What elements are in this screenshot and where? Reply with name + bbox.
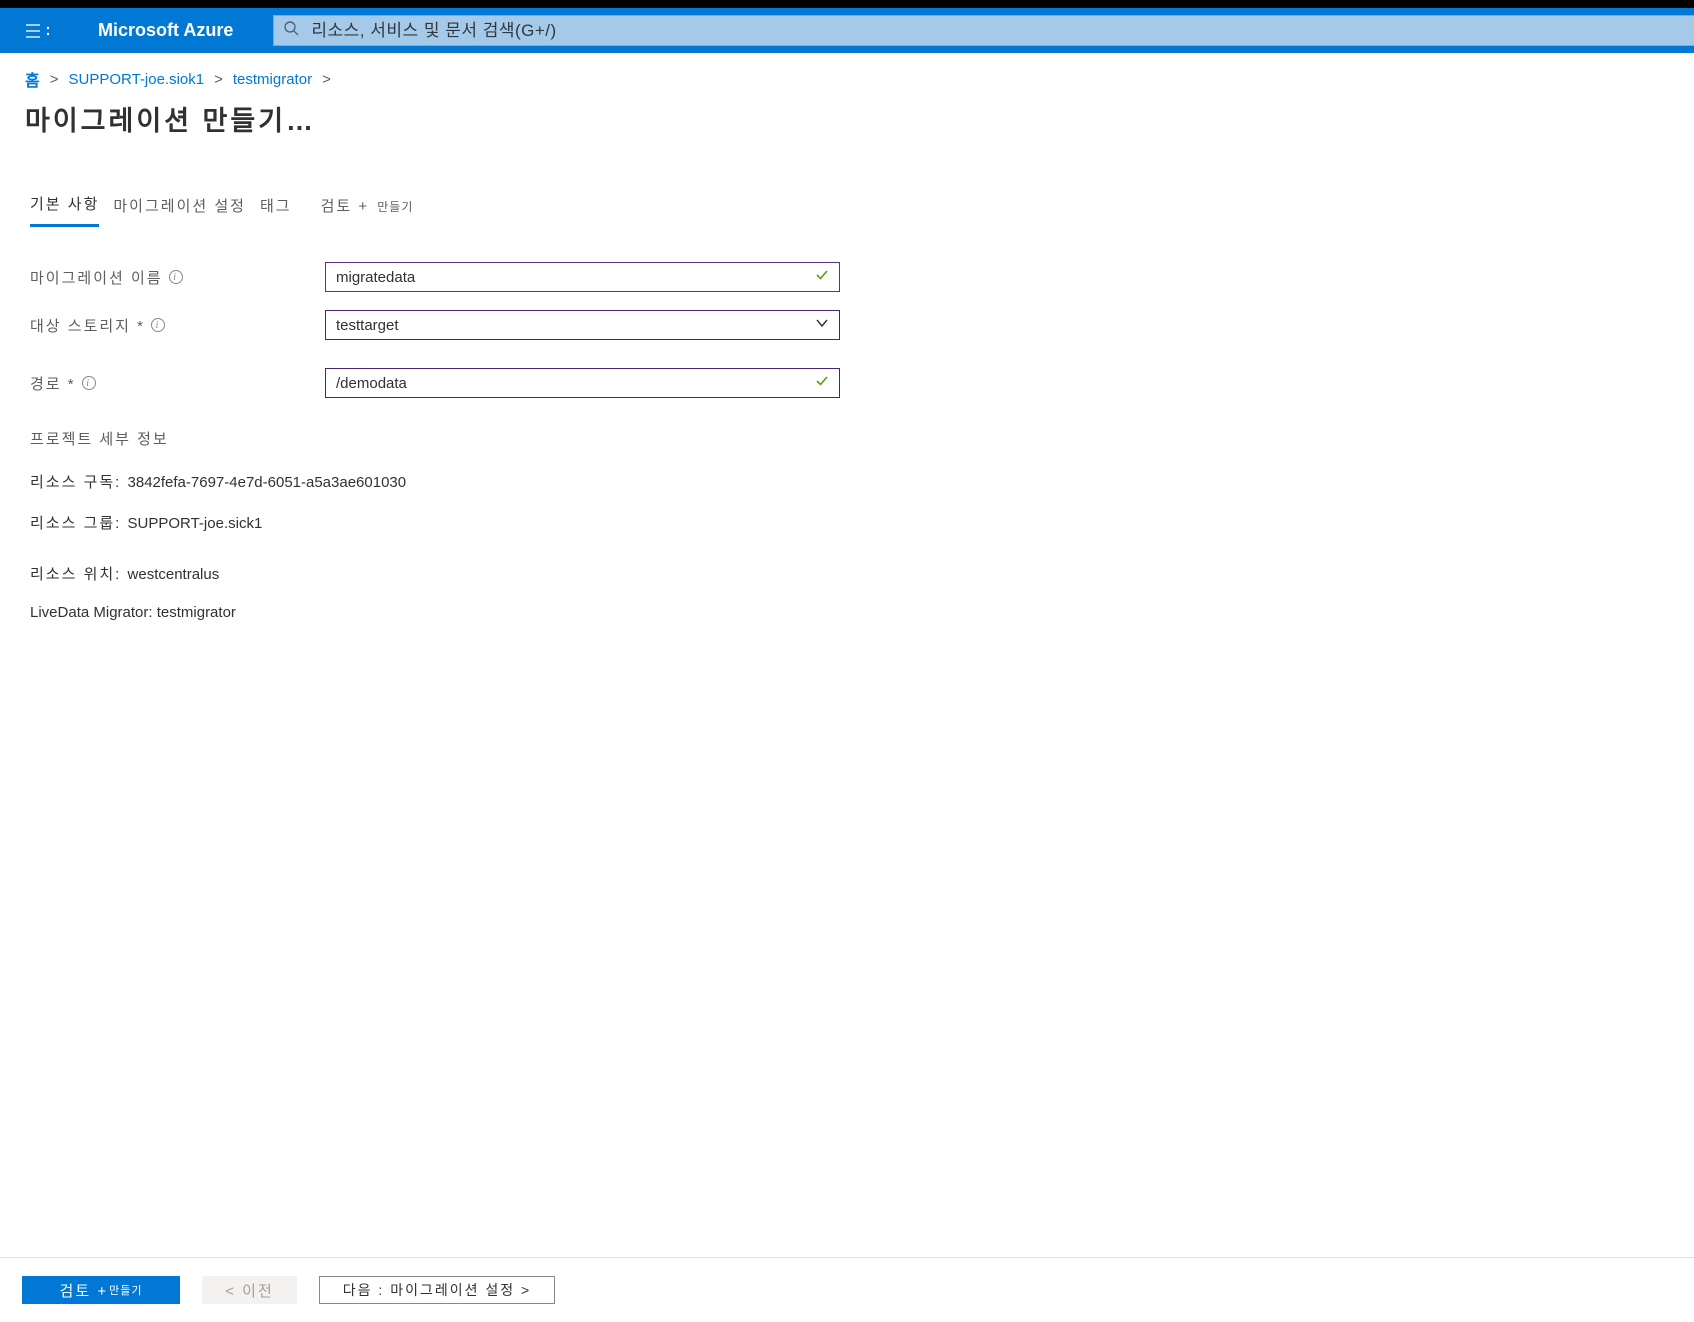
detail-loc-value: westcentralus	[128, 566, 220, 583]
detail-subscription: 리소스 구독: 3842fefa-7697-4e7d-6051-a5a3ae60…	[30, 471, 1664, 492]
detail-sub-label: 리소스 구독:	[30, 474, 121, 491]
detail-rg: 리소스 그룹: SUPPORT-joe.sick1	[30, 512, 1664, 533]
input-path[interactable]: /demodata	[325, 368, 840, 398]
label-path: 경로 * i	[30, 373, 325, 394]
info-icon[interactable]: i	[82, 376, 96, 390]
review-button-sub-label: 만들기	[109, 1282, 142, 1298]
breadcrumb-sep: >	[322, 71, 331, 88]
check-icon	[815, 374, 829, 392]
search-box[interactable]	[273, 15, 1694, 46]
detail-migrator: LiveData Migrator: testmigrator	[30, 604, 1664, 621]
label-storage-text: 대상 스토리지 *	[30, 315, 145, 336]
brand-title: Microsoft Azure	[98, 20, 233, 41]
search-container	[273, 15, 1694, 46]
breadcrumb-sep: >	[50, 71, 59, 88]
form-area: 기본 사항 마이그레이션 설정 태그 검토 + 만들기 마이그레이션 이름 i …	[0, 138, 1694, 621]
page-title: 마이그레이션 만들기…	[25, 99, 1669, 138]
tab-review[interactable]: 검토 + 만들기	[321, 195, 414, 226]
label-storage: 대상 스토리지 * i	[30, 315, 325, 336]
next-button[interactable]: 다음 : 마이그레이션 설정 >	[319, 1276, 555, 1304]
info-icon[interactable]: i	[169, 270, 183, 284]
hamburger-menu-button[interactable]	[20, 18, 58, 44]
chevron-down-icon	[815, 316, 829, 334]
detail-rg-label: 리소스 그룹:	[30, 515, 121, 532]
detail-sub-value: 3842fefa-7697-4e7d-6051-a5a3ae601030	[128, 474, 407, 491]
input-value: migratedata	[336, 269, 415, 286]
input-migration-name[interactable]: migratedata	[325, 262, 840, 292]
detail-rg-value: SUPPORT-joe.sick1	[128, 515, 263, 532]
review-create-button[interactable]: 검토 + 만들기	[22, 1276, 180, 1304]
input-value: /demodata	[336, 375, 407, 392]
label-path-text: 경로 *	[30, 373, 76, 394]
breadcrumb-item[interactable]: SUPPORT-joe.siok1	[69, 71, 205, 88]
search-icon	[284, 21, 299, 41]
tab-basics[interactable]: 기본 사항	[30, 193, 99, 227]
tabs: 기본 사항 마이그레이션 설정 태그 검토 + 만들기	[30, 193, 1664, 227]
section-project-details: 프로젝트 세부 정보	[30, 428, 1664, 449]
tab-review-sub-label: 만들기	[377, 200, 413, 214]
breadcrumb-sep: >	[214, 71, 223, 88]
row-path: 경로 * i /demodata	[30, 368, 1664, 398]
tab-review-main-label: 검토 +	[321, 198, 370, 215]
page-head: 홈 > SUPPORT-joe.siok1 > testmigrator > 마…	[0, 53, 1694, 138]
breadcrumb-item[interactable]: testmigrator	[233, 71, 312, 88]
check-icon	[815, 268, 829, 286]
detail-loc-label: 리소스 위치:	[30, 566, 121, 583]
row-storage: 대상 스토리지 * i testtarget	[30, 310, 1664, 340]
row-migration-name: 마이그레이션 이름 i migratedata	[30, 262, 1664, 292]
select-storage[interactable]: testtarget	[325, 310, 840, 340]
search-input[interactable]	[311, 21, 1694, 41]
detail-loc: 리소스 위치: westcentralus	[30, 563, 1664, 584]
header: Microsoft Azure	[0, 8, 1694, 53]
select-value: testtarget	[336, 317, 399, 334]
tab-tags[interactable]: 태그	[260, 195, 292, 226]
info-icon[interactable]: i	[151, 318, 165, 332]
window-topbar	[0, 0, 1694, 8]
review-button-main-label: 검토 +	[60, 1280, 109, 1301]
label-name-text: 마이그레이션 이름	[30, 267, 163, 288]
prev-button: < 이전	[202, 1276, 297, 1304]
label-name: 마이그레이션 이름 i	[30, 267, 325, 288]
breadcrumb-home[interactable]: 홈	[25, 67, 40, 91]
footer: 검토 + 만들기 < 이전 다음 : 마이그레이션 설정 >	[0, 1257, 1694, 1322]
breadcrumb: 홈 > SUPPORT-joe.siok1 > testmigrator >	[25, 67, 1669, 91]
tab-settings[interactable]: 마이그레이션 설정	[113, 195, 246, 226]
